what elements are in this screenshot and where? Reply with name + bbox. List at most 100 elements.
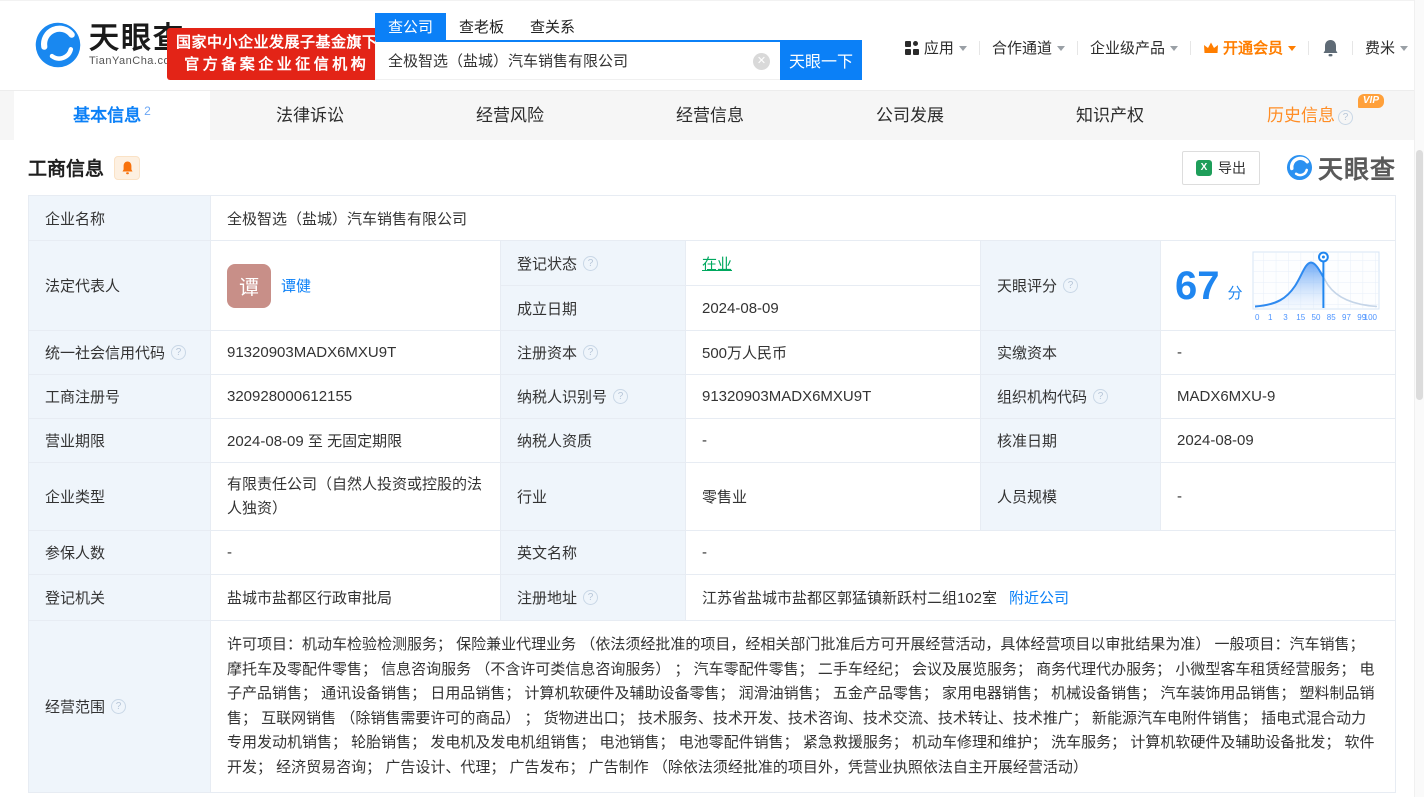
clear-search-icon[interactable]: ✕: [753, 53, 770, 70]
score-cell: 67 分 0 1 3 15 50 85 97 99 100: [1161, 241, 1395, 331]
help-icon[interactable]: ?: [1093, 389, 1109, 404]
section-title: 工商信息: [28, 159, 105, 180]
nearby-companies-link[interactable]: 附近公司: [1009, 587, 1069, 608]
business-scope-label: 经营范围: [45, 699, 106, 716]
nav-apps[interactable]: 应用: [904, 37, 967, 58]
reg-address-value: 江苏省盐城市盐都区郭猛镇新跃村二组102室: [702, 590, 998, 607]
establish-date-value: 2024-08-09: [686, 286, 981, 331]
staff-size-value: -: [1161, 463, 1395, 531]
reg-status-cell: 在业: [686, 241, 981, 286]
help-icon[interactable]: ?: [613, 389, 629, 404]
search-button[interactable]: 天眼一下: [780, 40, 862, 80]
search-tab-boss[interactable]: 查老板: [446, 13, 517, 40]
search-tab-company[interactable]: 查公司: [375, 13, 447, 40]
reg-status-label: 登记状态: [517, 255, 578, 273]
uscc-label: 统一社会信用代码: [45, 345, 166, 362]
approval-date-value: 2024-08-09: [1161, 419, 1395, 463]
watermark-logo-icon: [1286, 154, 1313, 181]
tab-basic-info[interactable]: 基本信息 2: [14, 91, 210, 140]
badge-line1: 国家中小企业发展子基金旗下: [176, 34, 378, 51]
nav-partner[interactable]: 合作通道: [992, 37, 1065, 58]
legal-rep-avatar[interactable]: 谭: [227, 263, 271, 308]
nav-partner-label: 合作通道: [991, 40, 1052, 57]
export-button[interactable]: X 导出: [1181, 150, 1260, 185]
help-icon[interactable]: ?: [1063, 278, 1079, 293]
tab-legal[interactable]: 法律诉讼: [210, 91, 410, 140]
score-chart: 0 1 3 15 50 85 97 99100: [1252, 251, 1380, 322]
tab-history-label: 历史信息: [1267, 106, 1335, 125]
search-area: 查公司 查老板 查关系 ✕ 天眼一下: [375, 13, 862, 80]
nav-enterprise[interactable]: 企业级产品: [1090, 37, 1178, 58]
field-label: 注册资本 ?: [501, 331, 686, 375]
top-nav: 应用 合作通道 企业级产品 开通会员 费米: [904, 37, 1408, 58]
field-label: 纳税人识别号 ?: [501, 375, 686, 419]
reg-capital-value: 500万人民币: [686, 331, 981, 375]
help-icon[interactable]: ?: [583, 345, 599, 360]
svg-text:100: 100: [1363, 313, 1377, 322]
business-term-value: 2024-08-09 至 无固定期限: [211, 419, 501, 463]
score-chart-ticks: 0 1 3 15 50 85 97 99100: [1255, 313, 1378, 322]
tab-development[interactable]: 公司发展: [810, 91, 1010, 140]
svg-text:97: 97: [1342, 313, 1351, 322]
field-label: 组织机构代码 ?: [981, 375, 1161, 419]
help-icon[interactable]: ?: [171, 345, 187, 360]
tab-operation[interactable]: 经营信息: [610, 91, 810, 140]
certification-badge: 国家中小企业发展子基金旗下 官方备案企业征信机构: [167, 28, 387, 80]
field-label: 实缴资本: [981, 331, 1161, 375]
help-icon[interactable]: ?: [583, 255, 599, 271]
field-label: 企业名称: [29, 196, 211, 241]
reg-address-label: 注册地址: [517, 590, 578, 607]
field-label: 企业类型: [29, 463, 211, 531]
svg-text:3: 3: [1283, 313, 1288, 322]
legal-rep-link[interactable]: 谭健: [281, 275, 311, 296]
field-label: 经营范围 ?: [29, 621, 211, 792]
svg-text:15: 15: [1296, 313, 1305, 322]
chevron-down-icon: [1056, 46, 1065, 51]
nav-user-label: 费米: [1364, 40, 1395, 57]
chevron-down-icon: [958, 46, 967, 51]
svg-text:1: 1: [1268, 313, 1273, 322]
tab-ip[interactable]: 知识产权: [1010, 91, 1210, 140]
field-label: 登记状态 ?: [501, 241, 686, 286]
score-label: 天眼评分: [997, 278, 1058, 295]
nav-vip[interactable]: 开通会员: [1203, 37, 1296, 58]
svg-text:50: 50: [1311, 313, 1320, 322]
org-code-label: 组织机构代码: [997, 389, 1088, 406]
tab-basic-label: 基本信息: [73, 106, 142, 125]
tianyancha-logo[interactable]: 天眼查 TianYanCha.com: [34, 21, 185, 69]
nav-user[interactable]: 费米: [1365, 37, 1408, 58]
tab-history[interactable]: VIP 历史信息?: [1210, 91, 1410, 140]
notification-bell-icon[interactable]: [1321, 38, 1340, 58]
company-type-value: 有限责任公司（自然人投资或控股的法人独资）: [211, 463, 501, 531]
nav-vip-label: 开通会员: [1222, 40, 1283, 57]
english-name-value: -: [686, 531, 1395, 575]
divider: [1307, 40, 1309, 55]
field-label: 英文名称: [501, 531, 686, 575]
company-name-value: 全极智选（盐城）汽车销售有限公司: [211, 196, 1395, 241]
help-icon[interactable]: ?: [1338, 110, 1353, 125]
monitor-bell-badge[interactable]: [114, 155, 141, 180]
taxpayer-quality-value: -: [686, 419, 981, 463]
insured-count-value: -: [211, 531, 501, 575]
field-label: 统一社会信用代码 ?: [29, 331, 211, 375]
search-tab-relation[interactable]: 查关系: [517, 13, 588, 40]
watermark-logo: 天眼查: [1286, 150, 1396, 186]
score-value: 67: [1175, 263, 1220, 308]
tab-risk[interactable]: 经营风险: [410, 91, 610, 140]
score-unit: 分: [1227, 285, 1243, 302]
scrollbar-thumb[interactable]: [1416, 150, 1423, 400]
help-icon[interactable]: ?: [111, 699, 127, 714]
uscc-value: 91320903MADX6MXU9T: [211, 331, 501, 375]
nav-apps-label: 应用: [923, 40, 954, 57]
scrollbar-track[interactable]: [1414, 0, 1424, 797]
reg-address-cell: 江苏省盐城市盐都区郭猛镇新跃村二组102室 附近公司: [686, 575, 1395, 621]
search-input[interactable]: [376, 42, 780, 79]
bell-icon: [122, 161, 133, 174]
divider: [978, 40, 980, 55]
section-header: 工商信息 X 导出 天眼查: [0, 140, 1424, 195]
reg-status-link[interactable]: 在业: [702, 253, 732, 274]
field-label: 参保人数: [29, 531, 211, 575]
divider: [1189, 40, 1191, 55]
help-icon[interactable]: ?: [583, 590, 599, 605]
reg-number-value: 320928000612155: [211, 375, 501, 419]
